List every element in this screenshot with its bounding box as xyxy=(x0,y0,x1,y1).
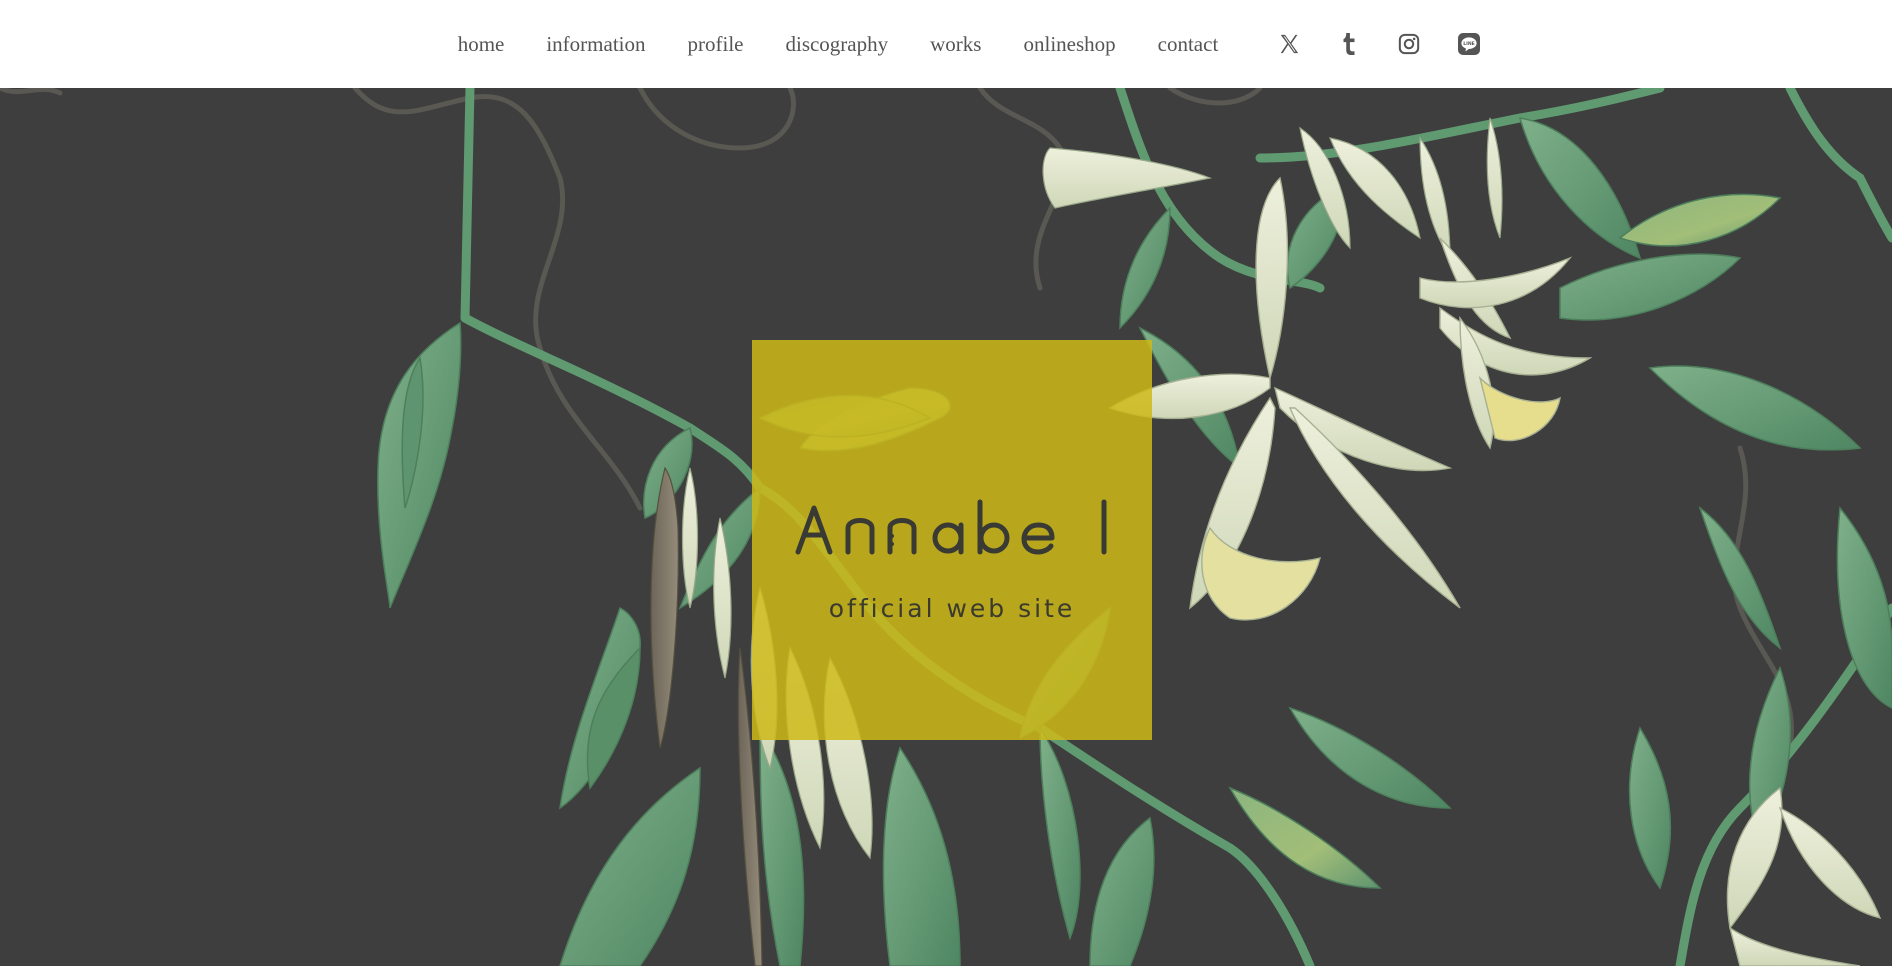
nav-link-profile[interactable]: profile xyxy=(688,33,744,55)
nav-link-contact[interactable]: contact xyxy=(1158,33,1219,55)
nav-menu: home information profile discography wor… xyxy=(437,32,1500,56)
x-icon[interactable] xyxy=(1277,32,1301,56)
instagram-icon[interactable] xyxy=(1397,32,1421,56)
nav-link-onlineshop[interactable]: onlineshop xyxy=(1023,33,1115,55)
social-links: LINE xyxy=(1259,32,1499,56)
nav-link-home[interactable]: home xyxy=(458,33,505,55)
logo-box: official web site xyxy=(752,340,1152,740)
logo-tagline: official web site xyxy=(828,594,1076,623)
nav-link-information[interactable]: information xyxy=(546,33,645,55)
nav-link-works[interactable]: works xyxy=(930,33,981,55)
top-navigation: home information profile discography wor… xyxy=(0,0,1892,88)
nav-link-discography[interactable]: discography xyxy=(785,33,888,55)
tumblr-icon[interactable] xyxy=(1337,32,1361,56)
hero-section: official web site xyxy=(0,88,1892,966)
svg-text:LINE: LINE xyxy=(1463,41,1475,47)
line-icon[interactable]: LINE xyxy=(1457,32,1481,56)
site-logo[interactable] xyxy=(752,492,1152,562)
